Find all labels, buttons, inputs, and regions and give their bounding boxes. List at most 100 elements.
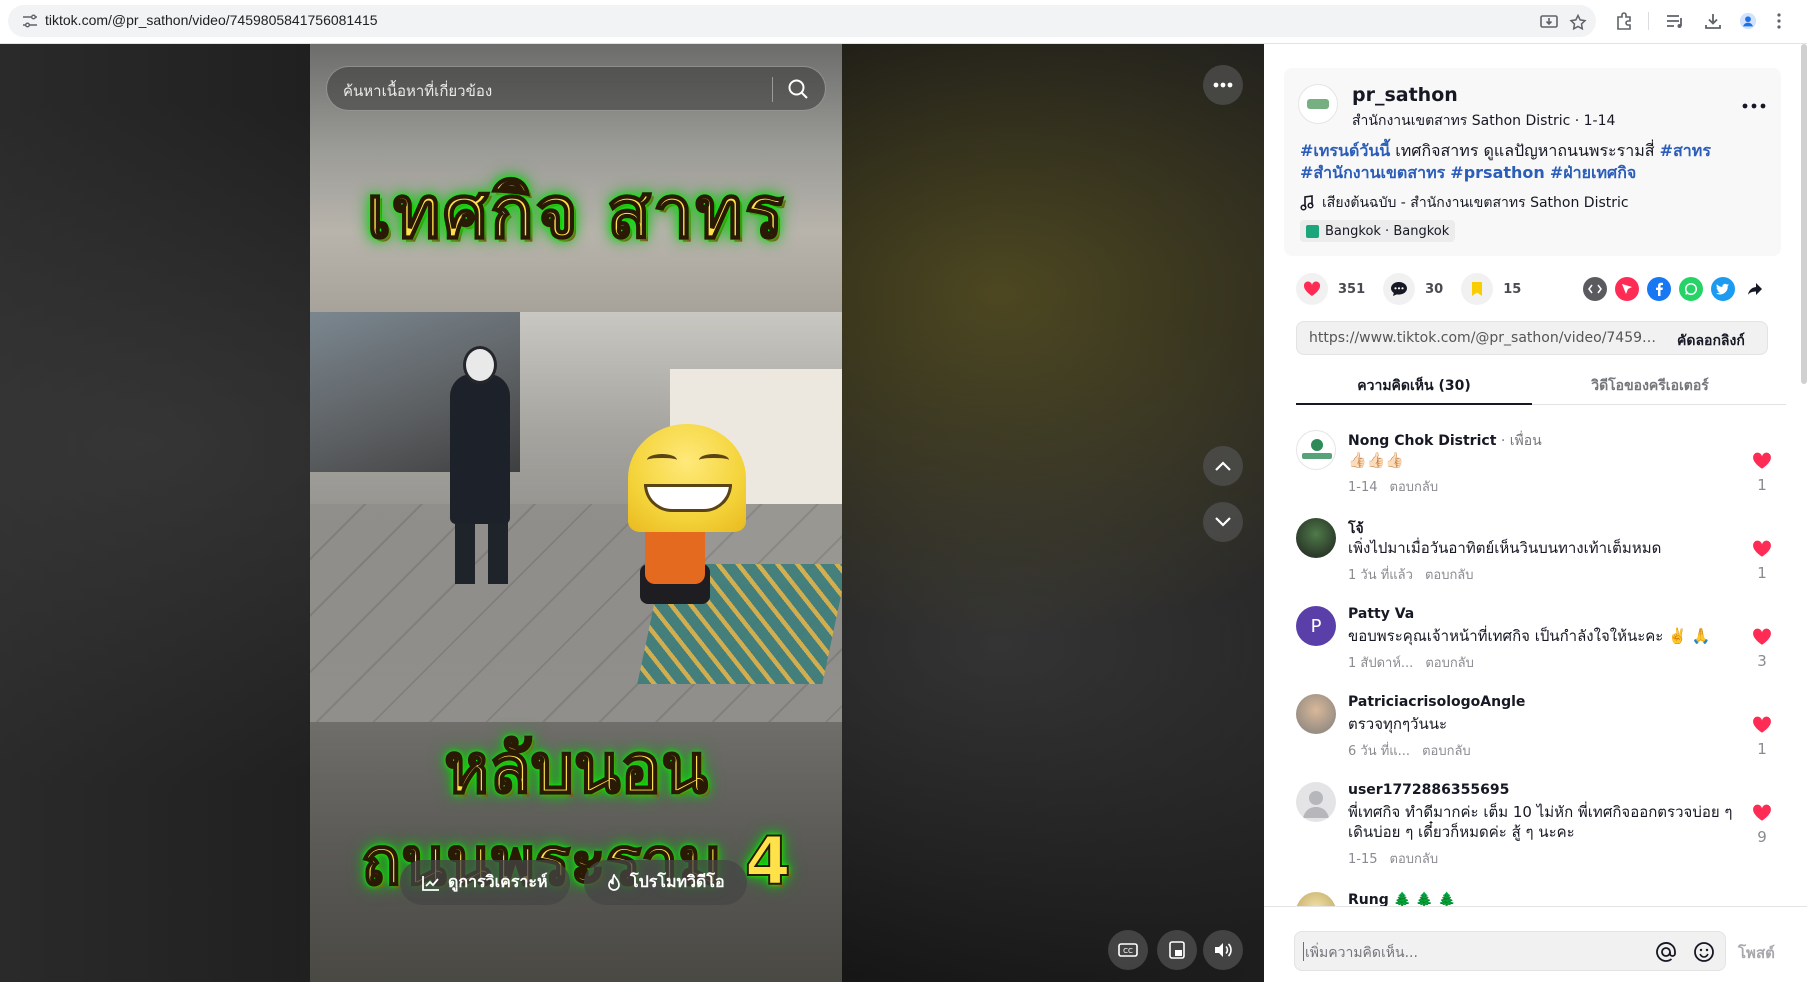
comment-like[interactable]: 3 — [1750, 628, 1774, 670]
comment-author[interactable]: Rung 🌲 🌲 🌲 — [1348, 892, 1456, 906]
like-count: 351 — [1338, 281, 1366, 297]
whatsapp-icon[interactable] — [1679, 277, 1703, 301]
view-analytics-label: ดูการวิเคราะห์ — [448, 872, 548, 891]
comment-like[interactable]: 1 — [1750, 540, 1774, 582]
heart-icon[interactable] — [1752, 804, 1772, 822]
site-settings-icon[interactable] — [22, 14, 38, 28]
send-to-friends-icon[interactable] — [1615, 277, 1639, 301]
comment-author[interactable]: Patty Va — [1348, 606, 1414, 622]
reply-button[interactable]: ตอบกลับ — [1425, 656, 1474, 671]
comment-input[interactable]: เพิ่มความคิดเห็น... — [1294, 931, 1726, 971]
comment-author-name[interactable]: Nong Chok District — [1348, 433, 1496, 449]
heart-icon[interactable] — [1752, 716, 1772, 734]
panel-scrollbar[interactable] — [1801, 44, 1807, 384]
volume-button[interactable] — [1203, 930, 1243, 970]
like-action[interactable]: 351 — [1296, 273, 1365, 305]
install-app-icon[interactable] — [1540, 14, 1558, 30]
heart-icon[interactable] — [1752, 628, 1772, 646]
comment-bubble-icon[interactable] — [1383, 273, 1416, 305]
promote-video-button[interactable]: โปรโมทวิดีโอ — [584, 860, 747, 905]
post-comment-button[interactable]: โพสต์ — [1738, 941, 1775, 965]
twitter-icon[interactable] — [1711, 277, 1735, 301]
comment-like[interactable]: 1 — [1750, 452, 1774, 494]
more-options-button[interactable] — [1203, 65, 1243, 105]
comment-avatar[interactable] — [1296, 694, 1336, 734]
address-bar[interactable]: tiktok.com/@pr_sathon/video/745980584175… — [8, 5, 1596, 37]
bookmark-star-icon[interactable] — [1569, 14, 1587, 30]
reply-button[interactable]: ตอบกลับ — [1390, 480, 1439, 495]
embed-icon[interactable] — [1583, 277, 1607, 301]
comment-like[interactable]: 9 — [1750, 804, 1774, 846]
bookmark-icon[interactable] — [1461, 273, 1494, 305]
comment-avatar[interactable] — [1296, 782, 1336, 822]
heart-icon[interactable] — [1752, 452, 1772, 470]
browser-menu-icon[interactable] — [1776, 12, 1782, 30]
reply-button[interactable]: ตอบกลับ — [1422, 744, 1471, 759]
chevron-down-icon — [1215, 517, 1231, 527]
comment-author-name[interactable]: Rung 🌲 🌲 🌲 — [1348, 892, 1456, 906]
copy-link-button[interactable]: คัดลอกลิงก์ — [1677, 330, 1745, 352]
more-menu-icon[interactable] — [1742, 90, 1768, 110]
comment-avatar[interactable] — [1296, 430, 1336, 470]
video-link-box[interactable]: https://www.tiktok.com/@pr_sathon/video/… — [1296, 321, 1768, 355]
related-search-box[interactable]: ค้นหาเนื้อหาที่เกี่ยวข้อง — [326, 66, 826, 111]
tab-creator-videos[interactable]: วิดีโอของครีเอเตอร์ — [1532, 371, 1768, 405]
comment-text: ขอบพระคุณเจ้าหน้าที่เทศกิจ เป็นกำลังใจให… — [1348, 627, 1711, 645]
related-search-placeholder[interactable]: ค้นหาเนื้อหาที่เกี่ยวข้อง — [343, 79, 492, 103]
media-control-icon[interactable] — [1665, 12, 1685, 30]
save-action[interactable]: 15 — [1461, 273, 1521, 305]
video-caption: #เทรนด์วันนี้ เทศกิจสาทร ดูแลปัญหาถนนพระ… — [1300, 140, 1760, 184]
video-title-top: เทศกิจ สาทร — [365, 169, 786, 255]
comment-author[interactable]: user1772886355695 — [1348, 782, 1509, 798]
captions-button[interactable]: CC — [1108, 930, 1148, 970]
facebook-icon[interactable] — [1647, 277, 1671, 301]
location-tag[interactable]: Bangkok · Bangkok — [1300, 220, 1456, 242]
mini-player-button[interactable] — [1157, 930, 1197, 970]
mention-icon[interactable] — [1655, 941, 1677, 963]
author-username[interactable]: pr_sathon — [1352, 84, 1458, 106]
comment-author-name[interactable]: Patty Va — [1348, 606, 1414, 622]
download-icon[interactable] — [1703, 12, 1723, 30]
comment-avatar[interactable]: P — [1296, 606, 1336, 646]
hashtag-link[interactable]: #สาทร — [1660, 141, 1711, 160]
author-avatar[interactable] — [1298, 84, 1338, 124]
heart-icon[interactable] — [1752, 540, 1772, 558]
share-arrow-icon[interactable] — [1743, 277, 1767, 301]
comment-like-count: 1 — [1757, 564, 1767, 582]
browser-toolbar: tiktok.com/@pr_sathon/video/745980584175… — [0, 0, 1807, 44]
tab-comments[interactable]: ความคิดเห็น (30) — [1296, 371, 1532, 405]
video-link-text[interactable]: https://www.tiktok.com/@pr_sathon/video/… — [1309, 330, 1659, 346]
comment-author-name[interactable]: โจ้ — [1348, 521, 1364, 537]
emoji-icon[interactable] — [1693, 941, 1715, 963]
hashtag-link[interactable]: #prsathon — [1450, 163, 1545, 182]
reply-button[interactable]: ตอบกลับ — [1425, 568, 1474, 583]
comment-author[interactable]: Nong Chok District · เพื่อน — [1348, 430, 1542, 452]
comment-author[interactable]: โจ้ — [1348, 518, 1364, 540]
heart-icon[interactable] — [1296, 273, 1328, 305]
hashtag-link[interactable]: #เทรนด์วันนี้ — [1300, 141, 1390, 160]
comment-author-name[interactable]: user1772886355695 — [1348, 782, 1509, 798]
music-row[interactable]: เสียงต้นฉบับ - สำนักงานเขตสาทร Sathon Di… — [1300, 192, 1629, 214]
reply-button[interactable]: ตอบกลับ — [1390, 852, 1439, 867]
hashtag-link[interactable]: #ฝ่ายเทศกิจ — [1550, 163, 1636, 182]
next-video-button[interactable] — [1203, 502, 1243, 542]
comment-avatar[interactable] — [1296, 892, 1336, 906]
comment-input-placeholder[interactable]: เพิ่มความคิดเห็น... — [1305, 942, 1418, 964]
comment-avatar[interactable] — [1296, 518, 1336, 558]
video-frame[interactable]: เทศกิจ สาทร หลับนอน ถนนพระราม 4 — [310, 44, 842, 982]
music-title[interactable]: เสียงต้นฉบับ - สำนักงานเขตสาทร Sathon Di… — [1322, 192, 1629, 214]
url-text[interactable]: tiktok.com/@pr_sathon/video/745980584175… — [45, 12, 378, 28]
comment-author-name[interactable]: PatriciacrisologoAngle — [1348, 694, 1525, 710]
hashtag-link[interactable]: #สำนักงานเขตสาทร — [1300, 163, 1445, 182]
extensions-icon[interactable] — [1614, 12, 1634, 30]
comment-like[interactable]: 1 — [1750, 716, 1774, 758]
view-analytics-button[interactable]: ดูการวิเคราะห์ — [400, 860, 570, 905]
comment-author[interactable]: PatriciacrisologoAngle — [1348, 694, 1525, 710]
profile-icon[interactable] — [1738, 12, 1758, 30]
author-subtitle: สำนักงานเขตสาทร Sathon Distric · 1-14 — [1352, 113, 1616, 129]
volume-icon — [1215, 943, 1232, 957]
save-count: 15 — [1503, 281, 1522, 297]
previous-video-button[interactable] — [1203, 446, 1243, 486]
search-icon[interactable] — [787, 78, 809, 100]
comment-action[interactable]: 30 — [1383, 273, 1443, 305]
